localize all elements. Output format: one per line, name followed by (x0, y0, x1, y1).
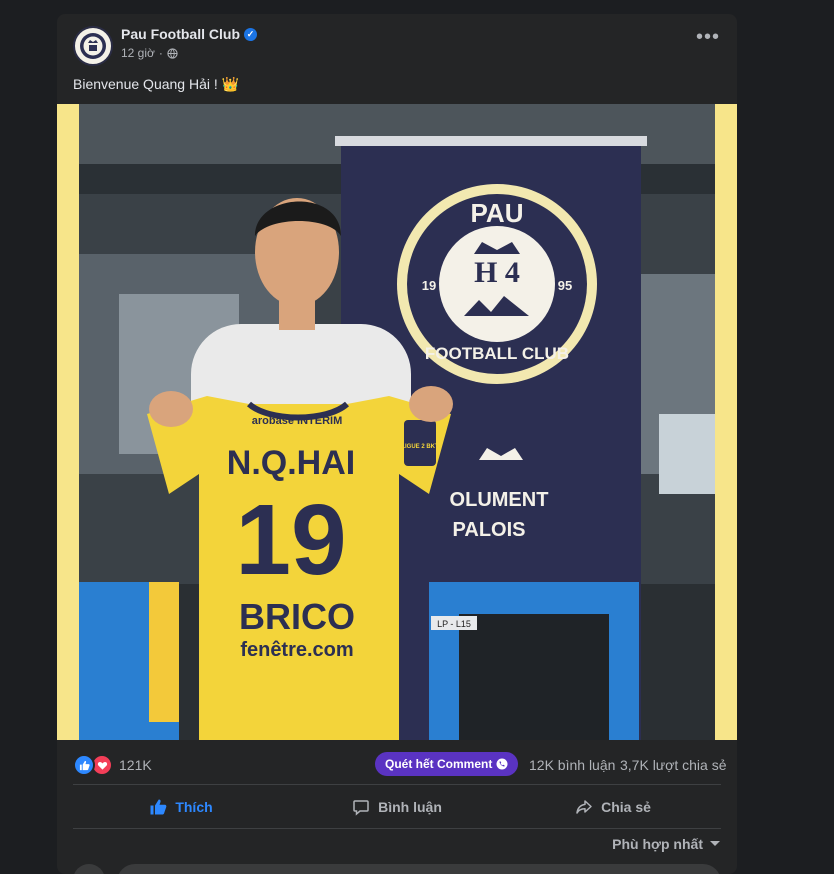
banner-text-pau: PAU (471, 198, 524, 228)
globe-icon (167, 47, 178, 59)
page-avatar[interactable] (73, 26, 113, 66)
promo-button[interactable]: Quét hết Comment (375, 752, 519, 776)
page-name-link[interactable]: Pau Football Club ✓ (121, 26, 257, 42)
post-time[interactable]: 12 giờ (121, 46, 155, 60)
sort-label: Phù hợp nhất (612, 836, 703, 852)
more-options-button[interactable]: ••• (693, 27, 723, 54)
photo-image: PAU FOOTBALL CLUB 19 95 H 4 OLUMENT PALO… (79, 104, 715, 740)
reactions-count[interactable]: 121K (119, 757, 152, 773)
thumbs-up-icon (150, 799, 167, 815)
comment-composer (73, 860, 721, 874)
phone-icon (496, 758, 508, 770)
post-photo[interactable]: PAU FOOTBALL CLUB 19 95 H 4 OLUMENT PALO… (57, 104, 737, 740)
like-reaction-icon (73, 754, 95, 776)
comment-button[interactable]: Bình luận (289, 790, 505, 824)
banner-year-right: 95 (558, 278, 572, 293)
user-avatar[interactable] (73, 864, 105, 874)
chevron-down-icon (710, 841, 720, 846)
banner-year-left: 19 (422, 278, 436, 293)
shares-count[interactable]: 3,7K lượt chia sẻ (620, 757, 727, 773)
comment-icon (353, 800, 369, 816)
share-label: Chia sẻ (601, 799, 651, 815)
shirt-sponsor-top: arobase INTERIM (252, 415, 342, 427)
post-actions: Thích Bình luận Chia sẻ (73, 790, 721, 824)
post-card: Pau Football Club ✓ 12 giờ · ••• Bienven… (57, 14, 737, 874)
comment-sort-dropdown[interactable]: Phù hợp nhất (612, 836, 721, 852)
banner-slogan-1: OLUMENT (450, 489, 549, 511)
pau-logo-icon (80, 33, 106, 59)
comment-label: Bình luận (378, 799, 442, 815)
divider (73, 784, 721, 785)
promo-label: Quét hết Comment (385, 757, 493, 771)
shirt-number: 19 (235, 484, 346, 596)
divider (73, 828, 721, 829)
share-button[interactable]: Chia sẻ (505, 790, 721, 824)
post-header: Pau Football Club ✓ 12 giờ · (73, 26, 257, 66)
comment-input[interactable] (117, 864, 721, 874)
share-icon (576, 800, 592, 814)
shirt-sponsor-main: BRICO (239, 596, 355, 637)
post-stats: 121K Quét hết Comment 12K bình luận 3,7K… (57, 750, 737, 778)
like-button[interactable]: Thích (73, 790, 289, 824)
comments-count[interactable]: 12K bình luận (529, 757, 615, 773)
reactions-summary[interactable] (73, 754, 113, 776)
banner-letters: H 4 (474, 256, 520, 289)
banner-text-club: FOOTBALL CLUB (425, 344, 569, 363)
page-name[interactable]: Pau Football Club (121, 26, 240, 42)
shirt-badge: LIGUE 2 BKT (401, 444, 439, 450)
verified-badge-icon: ✓ (244, 27, 257, 41)
shirt-sponsor-sub: fenêtre.com (240, 639, 353, 661)
banner-slogan-2: PALOIS (453, 519, 526, 541)
post-caption: Bienvenue Quang Hải ! 👑 (73, 76, 240, 92)
seat-tag: LP - L15 (437, 619, 471, 629)
shirt-name: N.Q.HAI (227, 444, 355, 482)
like-label: Thích (175, 799, 213, 815)
